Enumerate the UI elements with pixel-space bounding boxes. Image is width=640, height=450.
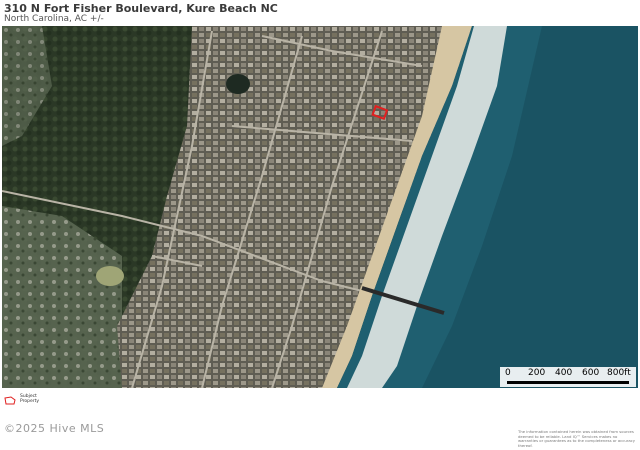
copyright-watermark: ©2025 Hive MLS <box>4 422 105 435</box>
scale-label-600: 600 <box>582 368 600 378</box>
scale-track <box>507 381 629 384</box>
legend-label-line2: Property <box>20 399 40 404</box>
scale-bar: 0 200 400 600 800ft <box>500 367 636 387</box>
aerial-map[interactable]: 0 200 400 600 800ft <box>2 26 638 388</box>
disclaimer-text: The information contained herein was obt… <box>518 429 635 448</box>
ball-field <box>96 266 124 286</box>
pond <box>226 74 250 94</box>
scale-label-200: 200 <box>528 368 546 378</box>
legend-label: Subject Property <box>20 394 50 404</box>
subject-property-icon <box>4 396 16 405</box>
scale-label-400: 400 <box>555 368 573 378</box>
location-subtitle: North Carolina, AC +/- <box>4 14 104 24</box>
scale-label-800ft: 800ft <box>607 368 631 378</box>
scale-label-0: 0 <box>505 368 511 378</box>
map-canvas <box>2 26 638 388</box>
